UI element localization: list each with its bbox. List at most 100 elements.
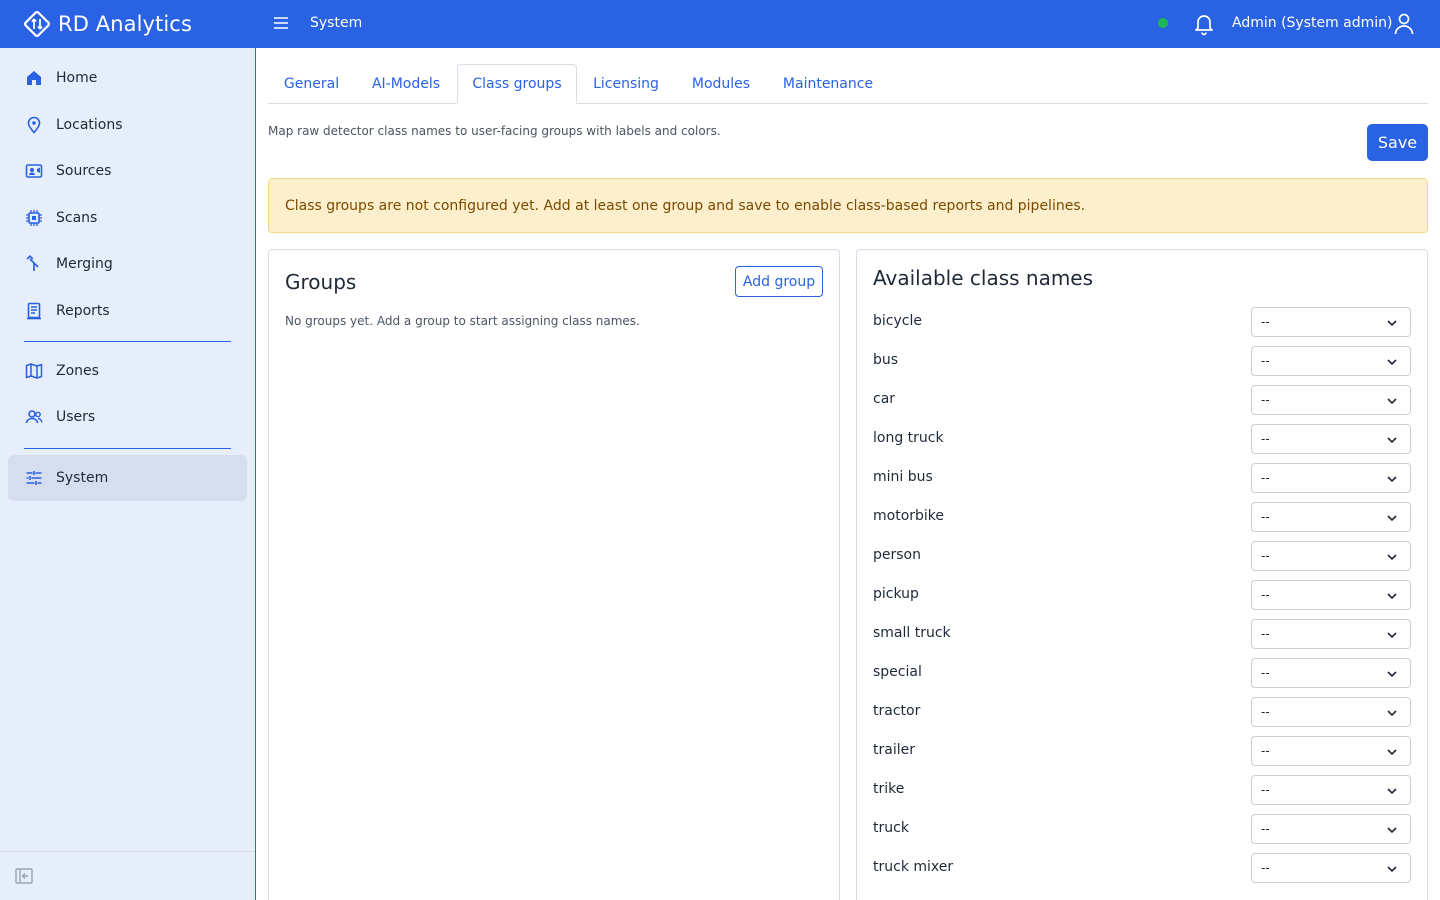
sidebar-item-scans[interactable]: Scans xyxy=(8,195,247,241)
sidebar-item-label: System xyxy=(56,470,109,486)
group-select[interactable]: -- xyxy=(1251,424,1411,454)
brand[interactable]: RD Analytics xyxy=(0,0,256,48)
chevron-down-icon xyxy=(1387,788,1397,795)
sidebar-item-reports[interactable]: Reports xyxy=(8,288,247,334)
chevron-down-icon xyxy=(1387,437,1397,444)
sidebar: Home Locations Sources Scans Merging Rep… xyxy=(0,48,256,900)
class-row: bus -- xyxy=(873,346,1411,376)
group-select[interactable]: -- xyxy=(1251,385,1411,415)
group-select[interactable]: -- xyxy=(1251,541,1411,571)
merge-icon xyxy=(24,254,44,274)
settings-tabs: General AI-Models Class groups Licensing… xyxy=(268,64,1428,104)
sidebar-item-home[interactable]: Home xyxy=(8,55,247,101)
group-select[interactable]: -- xyxy=(1251,697,1411,727)
class-name: person xyxy=(873,547,921,563)
group-select[interactable]: -- xyxy=(1251,814,1411,844)
sidebar-item-system[interactable]: System xyxy=(8,455,247,501)
class-names-panel: Available class names bicycle -- bus -- car -… xyxy=(856,249,1428,900)
class-row: mini bus -- xyxy=(873,463,1411,493)
chevron-down-icon xyxy=(1387,593,1397,600)
class-name: special xyxy=(873,664,922,680)
class-name: trailer xyxy=(873,742,915,758)
group-select[interactable]: -- xyxy=(1251,619,1411,649)
sidebar-item-locations[interactable]: Locations xyxy=(8,102,247,148)
class-name: bicycle xyxy=(873,313,922,329)
add-group-button[interactable]: Add group xyxy=(735,266,823,297)
class-row: small truck -- xyxy=(873,619,1411,649)
group-select[interactable]: -- xyxy=(1251,853,1411,883)
chevron-down-icon xyxy=(1387,671,1397,678)
sidebar-divider xyxy=(24,448,231,449)
sidebar-footer-divider xyxy=(0,851,255,852)
class-row: truck mixer -- xyxy=(873,853,1411,883)
breadcrumb: System xyxy=(310,15,363,31)
sidebar-divider xyxy=(24,341,231,342)
user-menu[interactable]: Admin (System admin) xyxy=(1232,15,1393,31)
user-icon[interactable] xyxy=(1392,11,1416,37)
group-select-value: -- xyxy=(1261,354,1270,368)
class-name: tractor xyxy=(873,703,921,719)
group-select[interactable]: -- xyxy=(1251,736,1411,766)
groups-panel: Groups Add group No groups yet. Add a gr… xyxy=(268,249,840,900)
chevron-down-icon xyxy=(1387,749,1397,756)
class-row: special -- xyxy=(873,658,1411,688)
group-select[interactable]: -- xyxy=(1251,463,1411,493)
tab-modules[interactable]: Modules xyxy=(676,64,766,104)
chevron-down-icon xyxy=(1387,398,1397,405)
class-name: car xyxy=(873,391,896,407)
home-icon xyxy=(24,68,44,88)
group-select[interactable]: -- xyxy=(1251,502,1411,532)
class-row: truck -- xyxy=(873,814,1411,844)
menu-icon[interactable] xyxy=(270,12,292,34)
report-icon xyxy=(24,301,44,321)
sidebar-item-users[interactable]: Users xyxy=(8,394,247,440)
tab-licensing[interactable]: Licensing xyxy=(578,64,674,104)
logo-icon xyxy=(24,11,50,37)
group-select-value: -- xyxy=(1261,705,1270,719)
tab-class-groups[interactable]: Class groups xyxy=(457,64,577,104)
group-select[interactable]: -- xyxy=(1251,658,1411,688)
sidebar-item-label: Reports xyxy=(56,303,110,319)
camera-icon xyxy=(24,161,44,181)
sidebar-item-label: Zones xyxy=(56,363,99,379)
class-name: pickup xyxy=(873,586,919,602)
groups-title: Groups xyxy=(285,270,357,294)
chevron-down-icon xyxy=(1387,515,1397,522)
collapse-sidebar-icon[interactable] xyxy=(14,866,34,886)
chevron-down-icon xyxy=(1387,476,1397,483)
group-select[interactable]: -- xyxy=(1251,346,1411,376)
tab-ai-models[interactable]: AI-Models xyxy=(357,64,455,104)
class-name: small truck xyxy=(873,625,951,641)
group-select-value: -- xyxy=(1261,783,1270,797)
group-select[interactable]: -- xyxy=(1251,580,1411,610)
sidebar-item-label: Home xyxy=(56,70,98,86)
group-select-value: -- xyxy=(1261,861,1270,875)
map-icon xyxy=(24,361,44,381)
sidebar-item-zones[interactable]: Zones xyxy=(8,348,247,394)
sliders-icon xyxy=(24,468,44,488)
group-select-value: -- xyxy=(1261,510,1270,524)
class-row: motorbike -- xyxy=(873,502,1411,532)
chevron-down-icon xyxy=(1387,827,1397,834)
group-select[interactable]: -- xyxy=(1251,775,1411,805)
sidebar-item-sources[interactable]: Sources xyxy=(8,148,247,194)
map-pin-icon xyxy=(24,115,44,135)
tab-maintenance[interactable]: Maintenance xyxy=(768,64,888,104)
groups-empty-message: No groups yet. Add a group to start assi… xyxy=(285,314,640,328)
class-row: trailer -- xyxy=(873,736,1411,766)
class-row: tractor -- xyxy=(873,697,1411,727)
save-button[interactable]: Save xyxy=(1367,124,1428,161)
group-select-value: -- xyxy=(1261,666,1270,680)
class-names-title: Available class names xyxy=(873,266,1094,290)
chevron-down-icon xyxy=(1387,710,1397,717)
sidebar-item-merging[interactable]: Merging xyxy=(8,241,247,287)
bell-icon[interactable] xyxy=(1192,11,1216,37)
chip-icon xyxy=(24,208,44,228)
sidebar-item-label: Users xyxy=(56,409,96,425)
tab-general[interactable]: General xyxy=(268,64,355,104)
class-row: trike -- xyxy=(873,775,1411,805)
group-select[interactable]: -- xyxy=(1251,307,1411,337)
class-row: person -- xyxy=(873,541,1411,571)
class-name: truck mixer xyxy=(873,859,954,875)
chevron-down-icon xyxy=(1387,554,1397,561)
